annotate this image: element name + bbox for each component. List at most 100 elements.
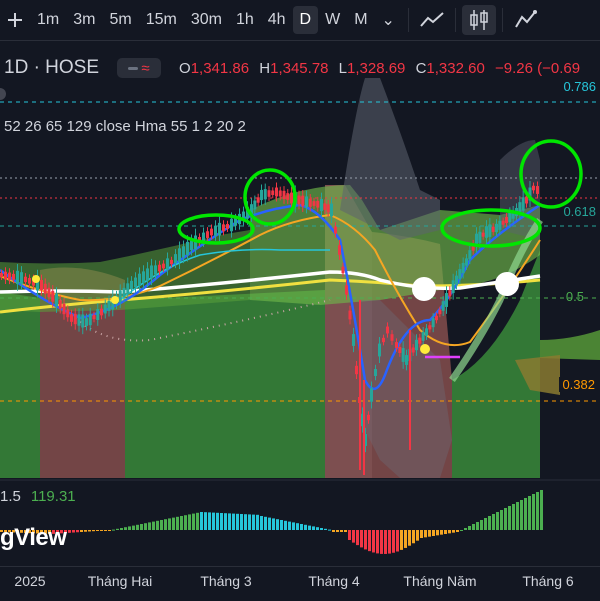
candle xyxy=(405,355,408,365)
histogram-bar xyxy=(340,530,343,532)
candle xyxy=(501,220,505,225)
histogram-bar xyxy=(396,530,399,552)
histogram-bar xyxy=(468,526,471,530)
histogram-bar xyxy=(132,525,135,530)
histogram-bar xyxy=(444,530,447,534)
candle xyxy=(390,334,394,341)
histogram-bar xyxy=(68,530,71,533)
candle xyxy=(267,190,271,197)
histogram-bar xyxy=(540,490,543,530)
histogram-bar xyxy=(368,530,371,552)
candle xyxy=(338,245,341,255)
histogram-bar xyxy=(308,525,311,530)
candle xyxy=(20,272,23,284)
histogram-bar xyxy=(296,523,299,530)
candle xyxy=(218,222,221,236)
candle xyxy=(448,290,452,297)
histogram-bar xyxy=(168,518,171,530)
histogram-bar xyxy=(76,530,79,533)
symbol-legend: 1D · HOSE ≈ O1,341.86 H1,345.78 L1,328.6… xyxy=(0,56,580,80)
candle xyxy=(130,280,133,290)
histogram-bar xyxy=(536,492,539,530)
candle xyxy=(370,388,373,402)
candle xyxy=(355,365,358,375)
histogram-bar xyxy=(524,498,527,530)
candle xyxy=(92,314,96,320)
candle xyxy=(134,277,137,288)
candle xyxy=(478,231,482,243)
histogram-bar xyxy=(276,519,279,530)
candle xyxy=(214,225,217,236)
candle xyxy=(330,203,333,217)
candle xyxy=(308,198,312,207)
candle xyxy=(58,300,62,309)
candle xyxy=(386,326,389,334)
candle xyxy=(81,314,85,328)
histogram-bar xyxy=(492,514,495,530)
histogram-bar xyxy=(344,530,347,532)
price-chart[interactable] xyxy=(0,0,600,600)
candle xyxy=(382,337,385,343)
candle xyxy=(210,228,213,236)
symbol-name[interactable]: 1D · HOSE xyxy=(4,57,99,79)
fib-label-0786: 0.786 xyxy=(563,79,596,94)
histogram-bar xyxy=(216,512,219,530)
candle xyxy=(312,201,316,206)
histogram-bar xyxy=(432,530,435,536)
histogram-bar xyxy=(508,506,511,530)
histogram-bar xyxy=(232,513,235,530)
candle xyxy=(162,263,165,269)
candle xyxy=(505,216,508,224)
pill-dash-icon xyxy=(128,66,139,70)
histogram-bar xyxy=(516,502,519,530)
histogram-bar xyxy=(120,528,123,530)
histogram-bar xyxy=(476,522,479,530)
candle xyxy=(271,190,275,195)
candle xyxy=(334,226,337,234)
histogram-bar xyxy=(288,521,291,530)
indicator-params[interactable]: 52 26 65 129 close Hma 55 1 2 20 2 xyxy=(4,118,246,135)
histogram-bar xyxy=(388,530,391,554)
candle xyxy=(256,197,260,203)
candle xyxy=(316,200,320,208)
candle xyxy=(103,304,107,314)
candle xyxy=(491,226,495,232)
histogram-bar xyxy=(272,518,275,530)
compare-toggle-button[interactable]: ≈ xyxy=(117,58,162,78)
candle xyxy=(43,283,47,294)
candle xyxy=(70,314,73,322)
candle xyxy=(532,185,535,191)
histogram-bar xyxy=(196,512,199,530)
histogram-bar xyxy=(332,530,335,532)
histogram-bar xyxy=(240,514,243,530)
candle xyxy=(286,193,290,200)
histogram-bar xyxy=(436,530,439,536)
histogram-bar xyxy=(372,530,375,553)
candle xyxy=(88,313,92,326)
candle xyxy=(301,195,305,207)
candle xyxy=(12,273,15,280)
histogram-bar xyxy=(204,512,207,530)
time-axis[interactable]: 2025 Tháng Hai Tháng 3 Tháng 4 Tháng Năm… xyxy=(0,566,600,601)
candle xyxy=(367,414,370,421)
candle xyxy=(297,195,301,205)
candle xyxy=(8,272,11,280)
candle xyxy=(498,220,502,230)
oscillator-value: 119.31 xyxy=(30,488,76,505)
candle xyxy=(455,275,458,285)
candle xyxy=(174,254,177,264)
candle xyxy=(178,248,181,263)
histogram-bar xyxy=(164,519,167,530)
candle xyxy=(126,283,130,295)
candle xyxy=(66,309,70,318)
candle xyxy=(398,346,402,354)
histogram-bar xyxy=(428,530,431,537)
histogram-bar xyxy=(172,517,175,530)
candle xyxy=(73,313,77,325)
candle xyxy=(425,328,428,336)
histogram-bar xyxy=(400,530,403,550)
histogram-bar xyxy=(304,524,307,530)
histogram-bar xyxy=(480,520,483,530)
candle xyxy=(352,334,355,346)
histogram-bar xyxy=(364,530,367,550)
